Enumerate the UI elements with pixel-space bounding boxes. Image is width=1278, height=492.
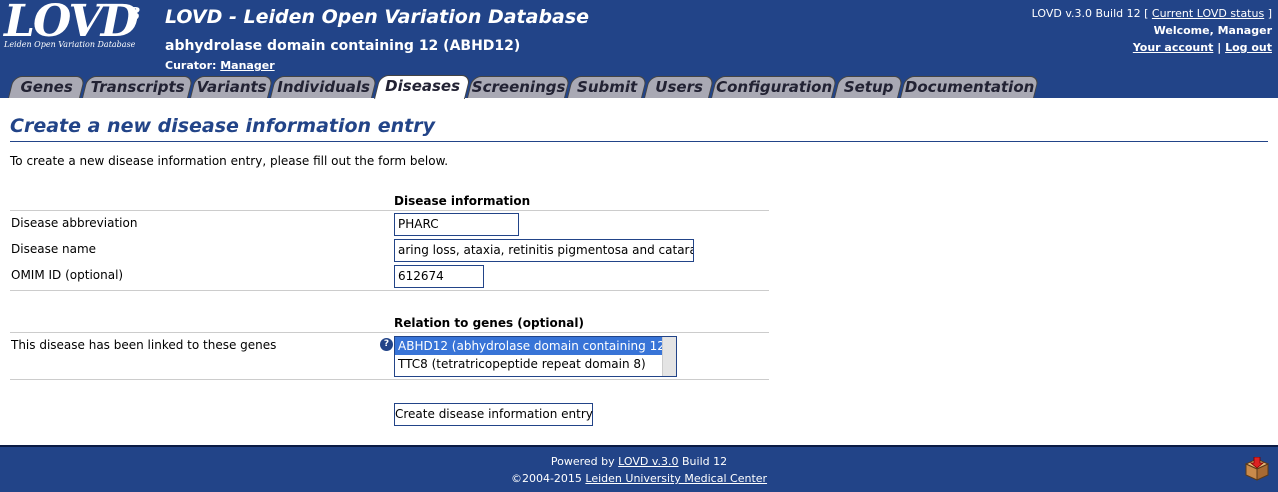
tab-setup[interactable]: Setup: [834, 76, 904, 98]
gene-option-abhd12[interactable]: ABHD12 (abhydrolase domain containing 12…: [395, 337, 670, 355]
copyright-text: ©2004-2015: [510, 472, 586, 485]
version-bracket: ]: [1264, 7, 1272, 20]
gene-option-ttc8[interactable]: TTC8 (tetratricopeptide repeat domain 8): [395, 355, 663, 373]
linked-genes-label: This disease has been linked to these ge…: [11, 338, 277, 352]
lovd-logo[interactable]: LOVD 3 Leiden Open Variation Database: [4, 0, 146, 50]
disease-abbreviation-label: Disease abbreviation: [11, 216, 138, 230]
version-line: LOVD v.3.0 Build 12 [ Current LOVD statu…: [1032, 5, 1272, 22]
tab-submit[interactable]: Submit: [567, 76, 648, 98]
create-disease-button[interactable]: Create disease information entry: [394, 403, 593, 426]
logo-version: 3: [128, 4, 141, 25]
disease-abbreviation-input[interactable]: PHARC: [394, 213, 519, 236]
divider: [10, 290, 769, 291]
linked-genes-select[interactable]: ABHD12 (abhydrolase domain containing 12…: [394, 336, 677, 377]
your-account-link[interactable]: Your account: [1133, 41, 1214, 54]
lovd-version-link[interactable]: LOVD v.3.0: [618, 455, 678, 468]
link-separator: |: [1217, 41, 1222, 54]
user-panel: LOVD v.3.0 Build 12 [ Current LOVD statu…: [1032, 5, 1272, 56]
curator-line: Curator: Manager: [165, 59, 275, 72]
section-relation-to-genes: Relation to genes (optional): [394, 316, 584, 330]
copyright-line: ©2004-2015 Leiden University Medical Cen…: [0, 472, 1278, 485]
package-icon[interactable]: [1244, 456, 1270, 481]
lovd-status-link[interactable]: Current LOVD status: [1152, 7, 1264, 20]
divider: [10, 379, 769, 380]
version-text: LOVD v.3.0 Build 12 [: [1031, 7, 1152, 20]
tab-diseases[interactable]: Diseases: [374, 75, 471, 99]
tab-configuration[interactable]: Configuration: [711, 76, 838, 98]
powered-by-text: Powered by: [550, 455, 619, 468]
select-scrollbar[interactable]: [662, 337, 676, 376]
tab-individuals[interactable]: Individuals: [270, 76, 378, 98]
omim-id-value: 612674: [398, 269, 444, 283]
omim-id-label: OMIM ID (optional): [11, 268, 124, 282]
welcome-text: Welcome, Manager: [1153, 24, 1272, 37]
tab-transcripts[interactable]: Transcripts: [82, 76, 194, 98]
disease-name-value: aring loss, ataxia, retinitis pigmentosa…: [398, 243, 694, 257]
site-title: LOVD - Leiden Open Variation Database: [165, 6, 590, 28]
curator-link[interactable]: Manager: [220, 59, 274, 72]
gene-title: abhydrolase domain containing 12 (ABHD12…: [165, 38, 521, 54]
disease-name-input[interactable]: aring loss, ataxia, retinitis pigmentosa…: [394, 239, 694, 262]
lumc-link[interactable]: Leiden University Medical Center: [585, 472, 767, 485]
build-text: Build 12: [678, 455, 728, 468]
tab-users[interactable]: Users: [644, 76, 715, 98]
tab-variants[interactable]: Variants: [190, 76, 274, 98]
logo-subtitle: Leiden Open Variation Database: [4, 40, 136, 49]
tab-genes[interactable]: Genes: [8, 76, 86, 98]
tab-documentation[interactable]: Documentation: [900, 76, 1040, 98]
section-disease-information: Disease information: [394, 194, 531, 208]
main-tabs: Genes Transcripts Variants Individuals D…: [0, 75, 1278, 99]
divider: [10, 332, 769, 333]
help-icon[interactable]: ?: [380, 338, 393, 351]
account-line: Your account | Log out: [1032, 39, 1272, 56]
disease-name-label: Disease name: [11, 242, 97, 256]
site-footer: Powered by LOVD v.3.0 Build 12 ©2004-201…: [0, 445, 1278, 492]
omim-id-input[interactable]: 612674: [394, 265, 484, 288]
powered-by-line: Powered by LOVD v.3.0 Build 12: [0, 455, 1278, 468]
disease-abbreviation-value: PHARC: [398, 217, 439, 231]
log-out-link[interactable]: Log out: [1225, 41, 1272, 54]
page-title: Create a new disease information entry: [10, 115, 1268, 142]
curator-label: Curator:: [165, 59, 217, 72]
divider: [10, 210, 769, 211]
tab-screenings[interactable]: Screenings: [467, 76, 571, 98]
site-header: LOVD 3 Leiden Open Variation Database LO…: [0, 0, 1278, 99]
intro-text: To create a new disease information entr…: [10, 154, 449, 168]
